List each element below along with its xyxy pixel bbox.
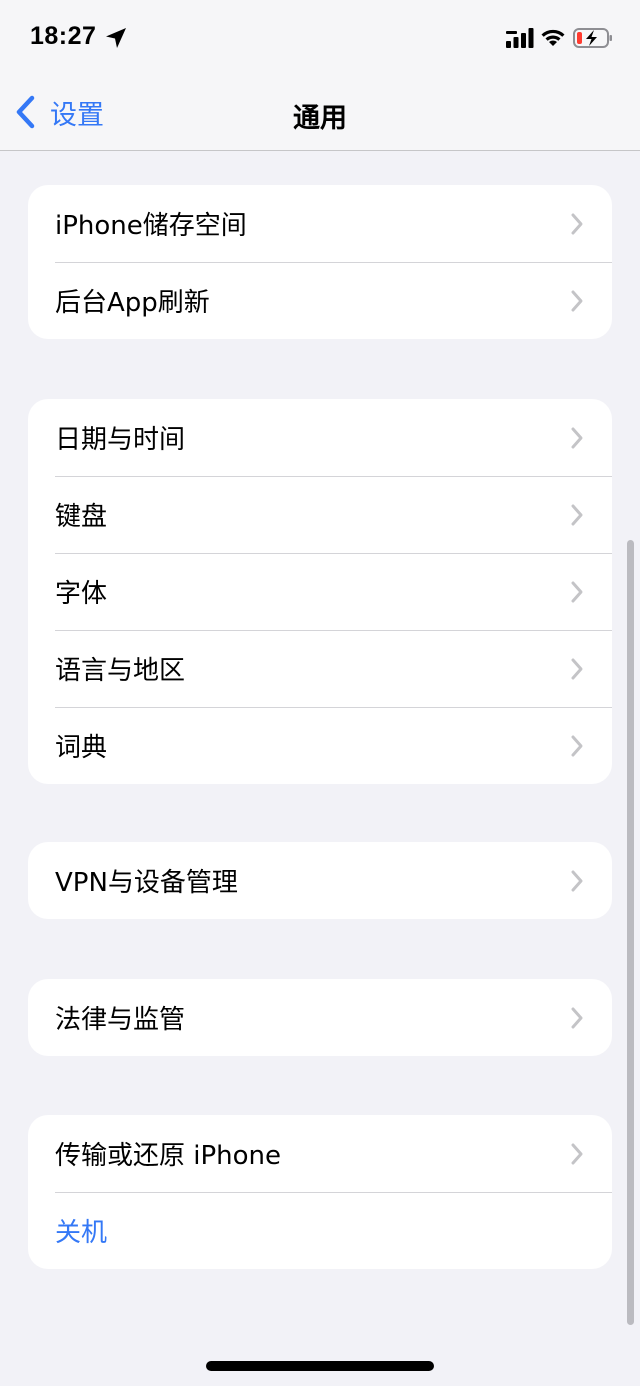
row-label: 后台App刷新 [55,288,210,318]
settings-group-locale: 日期与时间 键盘 字体 语言与地区 词典 [28,399,612,784]
row-label: 日期与时间 [55,425,186,455]
navigation-bar: 设置 通用 [0,76,640,151]
row-date-time[interactable]: 日期与时间 [28,399,612,476]
screen: 18:27 设置 通用 iPhone储存空间 后台App刷新 日期与时间 键盘 … [0,0,640,1386]
row-label: VPN与设备管理 [55,868,238,898]
row-language-region[interactable]: 语言与地区 [28,630,612,707]
page-title: 通用 [293,103,347,134]
chevron-right-icon [571,870,583,892]
chevron-right-icon [571,427,583,449]
battery-charging-icon [573,28,612,48]
settings-group-vpn: VPN与设备管理 [28,842,612,919]
row-label: 传输或还原 iPhone [55,1141,282,1171]
row-legal-regulatory[interactable]: 法律与监管 [28,979,612,1056]
cellular-signal-icon [506,28,534,48]
row-fonts[interactable]: 字体 [28,553,612,630]
row-dictionary[interactable]: 词典 [28,707,612,784]
status-time: 18:27 [30,22,97,50]
chevron-right-icon [571,504,583,526]
chevron-right-icon [571,213,583,235]
scroll-indicator[interactable] [627,540,634,1325]
settings-group-storage: iPhone储存空间 后台App刷新 [28,185,612,339]
row-keyboard[interactable]: 键盘 [28,476,612,553]
chevron-right-icon [571,581,583,603]
row-label: 词典 [55,733,108,763]
location-arrow-icon [106,28,126,48]
row-label: 语言与地区 [55,656,186,686]
row-iphone-storage[interactable]: iPhone储存空间 [28,185,612,262]
row-vpn-device-management[interactable]: VPN与设备管理 [28,842,612,919]
row-label: 键盘 [55,502,108,532]
chevron-right-icon [571,658,583,680]
home-indicator[interactable] [206,1361,434,1371]
row-shut-down[interactable]: 关机 [28,1192,612,1269]
row-label: 法律与监管 [55,1005,186,1035]
settings-group-legal: 法律与监管 [28,979,612,1056]
chevron-right-icon [571,290,583,312]
row-background-app-refresh[interactable]: 后台App刷新 [28,262,612,339]
row-label: iPhone储存空间 [55,211,247,241]
settings-group-reset: 传输或还原 iPhone 关机 [28,1115,612,1269]
wifi-icon [541,29,565,46]
shut-down-label: 关机 [55,1218,108,1248]
chevron-right-icon [571,735,583,757]
chevron-right-icon [571,1143,583,1165]
chevron-right-icon [571,1007,583,1029]
row-transfer-reset[interactable]: 传输或还原 iPhone [28,1115,612,1192]
row-label: 字体 [55,579,108,609]
status-bar: 18:27 [0,0,640,76]
